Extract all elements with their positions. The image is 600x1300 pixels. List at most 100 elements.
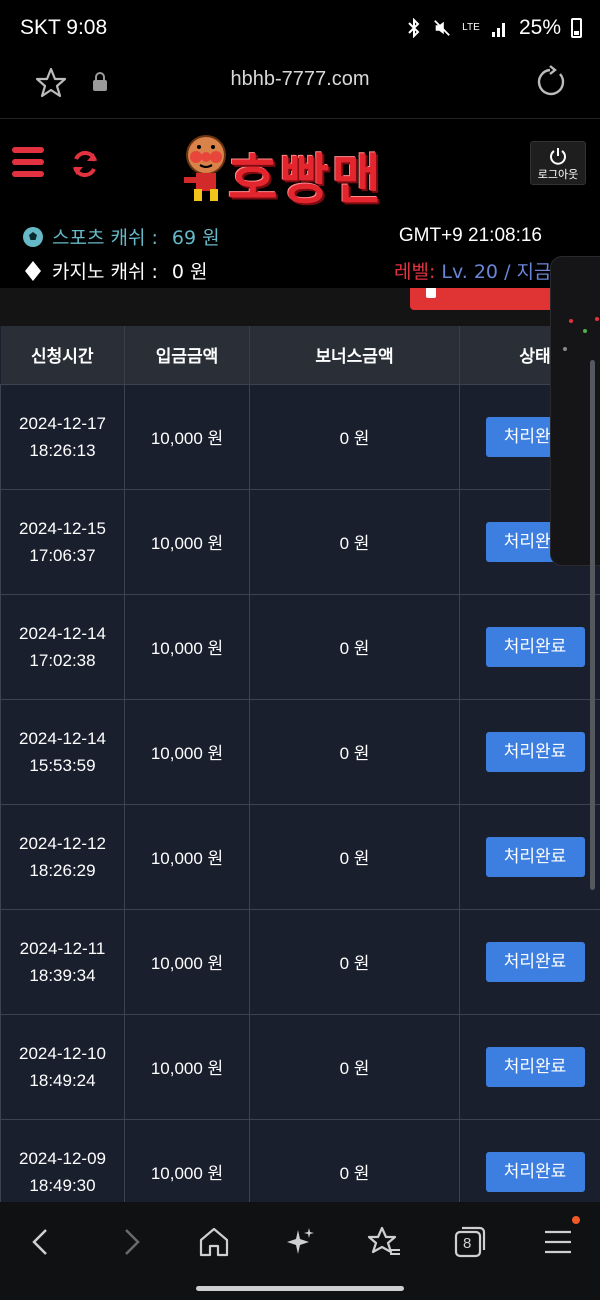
request-date: 2024-12-12 — [19, 833, 106, 853]
mascot-icon — [184, 135, 226, 201]
logo-text: 호빵맨 — [228, 148, 384, 211]
request-clock: 18:49:30 — [29, 1175, 96, 1195]
deposit-amount-cell: 10,000 원 — [124, 383, 250, 490]
red-action-button[interactable] — [410, 288, 554, 310]
deposit-amount-cell: 10,000 원 — [124, 698, 250, 805]
reload-icon[interactable] — [532, 64, 568, 100]
browser-address-bar: hbhb-7777.com — [0, 56, 600, 118]
status-complete-button[interactable]: 처리완료 — [485, 1151, 585, 1192]
table-row: 2024-12-10 18:49:24 10,000 원0 원 처리완료 — [0, 1013, 600, 1120]
status-complete-button[interactable]: 처리완료 — [485, 836, 585, 877]
sparkle-icon[interactable] — [282, 1224, 318, 1260]
mute-icon — [434, 20, 450, 36]
request-clock: 15:53:59 — [29, 755, 96, 775]
sports-cash-row: 스포츠 캐쉬 : 69 원 — [22, 223, 220, 250]
table-row: 2024-12-09 18:49:30 10,000 원0 원 처리완료 — [0, 1118, 600, 1202]
refresh-icon[interactable] — [70, 149, 100, 179]
site-logo[interactable]: 호빵맨 — [182, 129, 422, 213]
logout-label: 로그아웃 — [537, 168, 579, 181]
deposit-amount-cell: 10,000 원 — [124, 593, 250, 700]
request-time-cell: 2024-12-12 18:26:29 — [0, 803, 125, 910]
header-deposit-amount: 입금금액 — [124, 326, 250, 384]
request-date: 2024-12-17 — [19, 413, 106, 433]
home-icon[interactable] — [196, 1224, 232, 1260]
request-date: 2024-12-11 — [19, 938, 106, 958]
table-row: 2024-12-15 17:06:37 10,000 원0 원 처리완료 — [0, 488, 600, 595]
table-header-row: 신청시간 입금금액 보너스금액 상태 — [0, 326, 600, 384]
sports-cash-label: 스포츠 캐쉬 : — [52, 227, 158, 249]
status-cell: 처리완료 — [459, 803, 600, 910]
request-clock: 18:49:24 — [29, 1070, 96, 1090]
request-date: 2024-12-10 — [19, 1043, 106, 1063]
bonus-amount-cell: 0 원 — [249, 1118, 460, 1202]
request-clock: 17:02:38 — [29, 650, 96, 670]
logout-button[interactable]: 로그아웃 — [530, 141, 586, 185]
header-request-time: 신청시간 — [0, 326, 125, 384]
site-header: 호빵맨 로그아웃 스포츠 캐쉬 : 69 원 카지노 캐쉬 : 0 원 GMT+… — [0, 118, 600, 288]
request-time-cell: 2024-12-09 18:49:30 — [0, 1118, 125, 1202]
bonus-amount-cell: 0 원 — [249, 803, 460, 910]
sub-strip — [0, 288, 600, 326]
request-date: 2024-12-09 — [19, 1148, 106, 1168]
tabs-icon[interactable]: 8 — [452, 1224, 488, 1260]
signal-icon — [491, 23, 505, 37]
hamburger-menu-icon[interactable] — [12, 147, 44, 181]
request-time-cell: 2024-12-14 17:02:38 — [0, 593, 125, 700]
table-row: 2024-12-12 18:26:29 10,000 원0 원 처리완료 — [0, 803, 600, 910]
request-time-cell: 2024-12-10 18:49:24 — [0, 1013, 125, 1120]
status-cell: 처리완료 — [459, 1118, 600, 1202]
bonus-amount-cell: 0 원 — [249, 1013, 460, 1120]
url-field[interactable]: hbhb-7777.com — [0, 68, 600, 91]
casino-cash-label: 카지노 캐쉬 : — [52, 261, 158, 283]
level-label: 레벨: — [394, 261, 436, 283]
table-row: 2024-12-14 15:53:59 10,000 원0 원 처리완료 — [0, 698, 600, 805]
status-icons: LTE 25% — [405, 16, 582, 40]
back-icon[interactable] — [24, 1224, 60, 1260]
status-complete-button[interactable]: 처리완료 — [485, 1046, 585, 1087]
status-bar: SKT 9:08 LTE 25% — [0, 0, 600, 56]
bonus-amount-cell: 0 원 — [249, 383, 460, 490]
request-date: 2024-12-14 — [19, 623, 106, 643]
request-time-cell: 2024-12-15 17:06:37 — [0, 488, 125, 595]
request-date: 2024-12-14 — [19, 728, 106, 748]
diamond-icon — [25, 260, 41, 281]
deposit-amount-cell: 10,000 원 — [124, 488, 250, 595]
table-row: 2024-12-11 18:39:34 10,000 원0 원 처리완료 — [0, 908, 600, 1015]
notification-dot — [572, 1216, 580, 1224]
status-cell: 처리완료 — [459, 908, 600, 1015]
request-time-cell: 2024-12-17 18:26:13 — [0, 383, 125, 490]
bookmarks-icon[interactable] — [366, 1224, 402, 1260]
request-clock: 17:06:37 — [29, 545, 96, 565]
soccer-ball-icon — [23, 226, 43, 247]
table-body: 2024-12-17 18:26:13 10,000 원0 원 처리완료 2024-12… — [0, 383, 600, 1202]
status-cell: 처리완료 — [459, 593, 600, 700]
casino-cash-value: 0 원 — [171, 261, 208, 283]
request-clock: 18:39:34 — [29, 965, 96, 985]
carrier-time: SKT 9:08 — [20, 16, 108, 39]
scrollbar[interactable] — [590, 360, 595, 890]
table-row: 2024-12-14 17:02:38 10,000 원0 원 처리완료 — [0, 593, 600, 700]
status-complete-button[interactable]: 처리완료 — [485, 731, 585, 772]
bonus-amount-cell: 0 원 — [249, 593, 460, 700]
bonus-amount-cell: 0 원 — [249, 908, 460, 1015]
deposit-amount-cell: 10,000 원 — [124, 908, 250, 1015]
forward-icon[interactable] — [112, 1224, 148, 1260]
bonus-amount-cell: 0 원 — [249, 698, 460, 805]
home-indicator[interactable] — [196, 1286, 404, 1291]
menu-icon[interactable] — [540, 1224, 576, 1260]
status-complete-button[interactable]: 처리완료 — [485, 626, 585, 667]
casino-cash-row: 카지노 캐쉬 : 0 원 — [24, 257, 208, 284]
lte-icon: LTE — [462, 22, 480, 33]
table-row: 2024-12-17 18:26:13 10,000 원0 원 처리완료 — [0, 383, 600, 490]
bluetooth-icon — [408, 18, 420, 38]
deposit-amount-cell: 10,000 원 — [124, 803, 250, 910]
battery-icon — [571, 18, 582, 38]
deposit-amount-cell: 10,000 원 — [124, 1013, 250, 1120]
power-icon — [550, 148, 566, 165]
request-time-cell: 2024-12-14 15:53:59 — [0, 698, 125, 805]
sports-cash-value: 69 원 — [171, 227, 220, 249]
status-complete-button[interactable]: 처리완료 — [485, 941, 585, 982]
header-bonus-amount: 보너스금액 — [249, 326, 460, 384]
status-cell: 처리완료 — [459, 698, 600, 805]
tab-count: 8 — [463, 1235, 472, 1252]
